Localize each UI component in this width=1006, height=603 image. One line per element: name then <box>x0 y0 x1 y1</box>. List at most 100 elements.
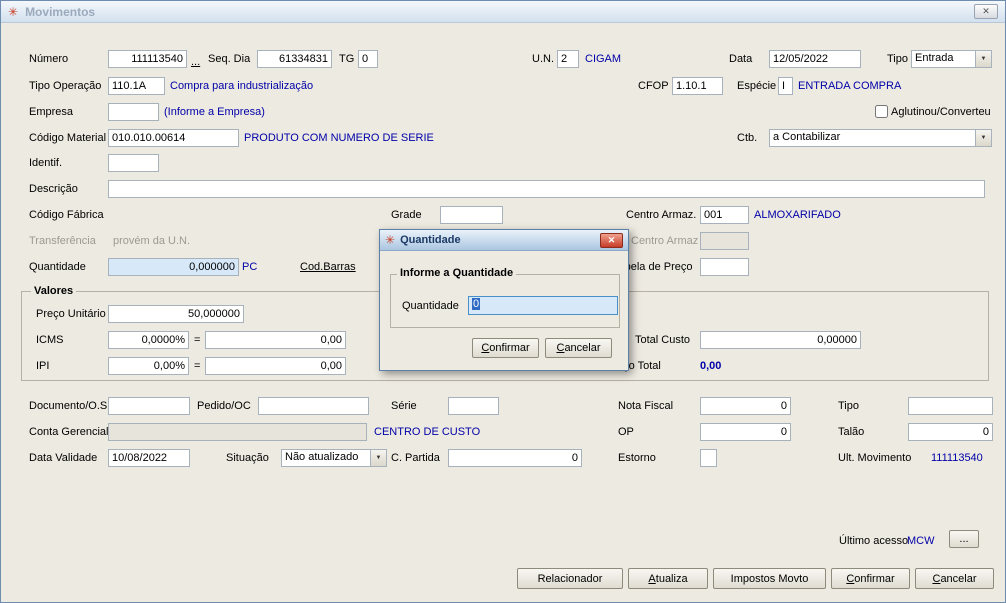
situacao-select[interactable]: Não atualizado ▼ <box>281 449 387 467</box>
app-icon: ✳ <box>8 4 19 19</box>
tg-label: TG <box>339 53 355 65</box>
centro-armaz-label: Centro Armaz. <box>626 209 697 221</box>
nota-fiscal-label: Nota Fiscal <box>618 400 674 412</box>
un-input[interactable] <box>557 50 579 68</box>
dialog-close-button[interactable]: ✕ <box>600 232 623 248</box>
seq-dia-input[interactable] <box>257 50 332 68</box>
pedido-input[interactable] <box>258 397 369 415</box>
centro-armaz-description: ALMOXARIFADO <box>754 209 841 221</box>
chevron-down-icon[interactable]: ▼ <box>975 130 991 146</box>
data-label: Data <box>729 53 753 65</box>
ctb-select-value: a Contabilizar <box>773 131 841 143</box>
aglutinou-label: Aglutinou/Converteu <box>891 106 991 118</box>
descricao-input[interactable] <box>108 180 985 198</box>
un-description: CIGAM <box>585 53 622 65</box>
movimentos-window: ✳ Movimentos ✕ Número ... Seq. Dia TG U.… <box>0 0 1006 603</box>
conta-gerencial-input <box>108 423 367 441</box>
centro-armaz2-label: Centro Armaz <box>631 235 699 247</box>
data-validade-input[interactable] <box>108 449 190 467</box>
aglutinou-checkbox[interactable] <box>875 105 888 118</box>
empresa-input[interactable] <box>108 103 159 121</box>
ultimo-acesso-label: Último acesso <box>839 535 909 547</box>
ipi-equals: = <box>194 360 201 372</box>
ultimo-acesso-value: MCW <box>907 535 935 547</box>
descricao-label: Descrição <box>29 183 78 195</box>
pedido-label: Pedido/OC <box>197 400 251 412</box>
numero-lookup-button[interactable]: ... <box>191 56 200 68</box>
ipi-label: IPI <box>36 360 50 372</box>
data-input[interactable] <box>769 50 861 68</box>
op-input[interactable] <box>700 423 791 441</box>
cfop-input[interactable] <box>672 77 723 95</box>
codigo-material-input[interactable] <box>108 129 239 147</box>
total-custo-input[interactable] <box>700 331 861 349</box>
grade-input[interactable] <box>440 206 503 224</box>
c-partida-input[interactable] <box>448 449 582 467</box>
seq-dia-label: Seq. Dia <box>208 53 251 65</box>
especie-description: ENTRADA COMPRA <box>798 80 902 92</box>
centro-armaz-input[interactable] <box>700 206 749 224</box>
especie-input[interactable] <box>778 77 793 95</box>
preco-total-value: 0,00 <box>700 360 722 372</box>
dialog-confirmar-button[interactable]: Confirmar <box>472 338 539 358</box>
app-icon: ✳ <box>385 233 396 247</box>
window-close-button[interactable]: ✕ <box>974 4 998 19</box>
estorno-label: Estorno <box>618 452 656 464</box>
tg-input[interactable] <box>358 50 378 68</box>
confirmar-button[interactable]: Confirmar <box>831 568 910 589</box>
identif-input[interactable] <box>108 154 159 172</box>
ult-movimento-label: Ult. Movimento <box>838 452 912 464</box>
documento-input[interactable] <box>108 397 190 415</box>
empresa-label: Empresa <box>29 106 74 118</box>
valores-group-label: Valores <box>31 285 77 297</box>
atualiza-button[interactable]: Atualiza <box>628 568 708 589</box>
tipo-select[interactable]: Entrada ▼ <box>911 50 992 68</box>
centro-armaz2-input <box>700 232 749 250</box>
dialog-group-label: Informe a Quantidade <box>397 267 517 279</box>
talao-input[interactable] <box>908 423 993 441</box>
codigo-material-label: Código Material <box>29 132 107 144</box>
cod-barras-link[interactable]: Cod.Barras <box>300 261 356 273</box>
tipo-label: Tipo <box>887 53 908 65</box>
dialog-quantidade-label: Quantidade <box>402 300 459 312</box>
dialog-quantidade-input[interactable]: 0 <box>468 296 618 315</box>
quantidade-input[interactable] <box>108 258 239 276</box>
relacionador-button[interactable]: Relacionador <box>517 568 623 589</box>
ipi-pct-input[interactable] <box>108 357 189 375</box>
especie-label: Espécie <box>737 80 777 92</box>
dialog-titlebar: ✳ Quantidade ✕ <box>380 230 628 251</box>
quantidade-label: Quantidade <box>29 261 86 273</box>
dialog-title: Quantidade <box>400 234 461 246</box>
ipi-value-input[interactable] <box>205 357 346 375</box>
preco-unitario-input[interactable] <box>108 305 244 323</box>
serie-label: Série <box>391 400 417 412</box>
situacao-select-value: Não atualizado <box>285 451 359 463</box>
transferencia-description: provém da U.N. <box>113 235 191 247</box>
cfop-label: CFOP <box>638 80 669 92</box>
chevron-down-icon[interactable]: ▼ <box>975 51 991 67</box>
icms-pct-input[interactable] <box>108 331 189 349</box>
ult-movimento-value: 111113540 <box>931 452 983 464</box>
impostos-movto-button[interactable]: Impostos Movto <box>713 568 826 589</box>
icms-value-input[interactable] <box>205 331 346 349</box>
chevron-down-icon[interactable]: ▼ <box>370 450 386 466</box>
conta-gerencial-label: Conta Gerencial <box>29 426 109 438</box>
identif-label: Identif. <box>29 157 63 169</box>
ctb-select[interactable]: a Contabilizar ▼ <box>769 129 992 147</box>
quantidade-unit: PC <box>242 261 258 273</box>
tipo2-label: Tipo <box>838 400 859 412</box>
data-validade-label: Data Validade <box>29 452 98 464</box>
dialog-cancelar-button[interactable]: Cancelar <box>545 338 612 358</box>
un-label: U.N. <box>532 53 554 65</box>
tipo2-input[interactable] <box>908 397 993 415</box>
cancelar-button[interactable]: Cancelar <box>915 568 994 589</box>
tipo-operacao-description: Compra para industrialização <box>170 80 314 92</box>
codigo-fabrica-label: Código Fábrica <box>29 209 104 221</box>
numero-input[interactable] <box>108 50 187 68</box>
ultimo-acesso-more-button[interactable]: ... <box>949 530 979 548</box>
estorno-input[interactable] <box>700 449 717 467</box>
tabela-preco-input[interactable] <box>700 258 749 276</box>
nota-fiscal-input[interactable] <box>700 397 791 415</box>
serie-input[interactable] <box>448 397 499 415</box>
tipo-operacao-input[interactable] <box>108 77 165 95</box>
